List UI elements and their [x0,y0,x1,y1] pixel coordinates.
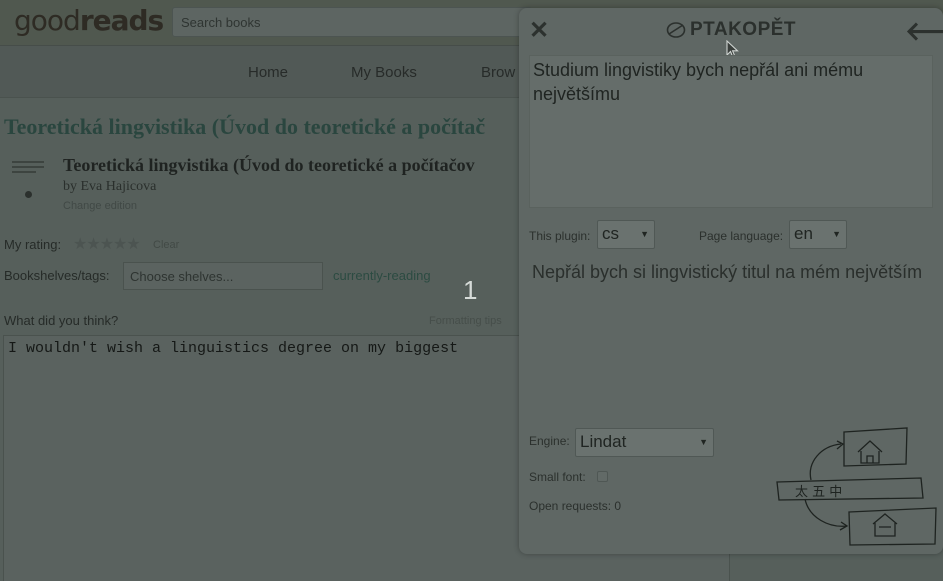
currently-reading-tag[interactable]: currently-reading [333,268,431,283]
plugin-language-value: cs [602,224,619,243]
shelves-select[interactable]: Choose shelves... [123,262,323,290]
formatting-tips-link[interactable]: Formatting tips [429,315,502,327]
illustration-glyphs: 太 五 中 [795,485,842,500]
page-title[interactable]: Teoretická lingvistika (Úvod do teoretic… [4,114,485,140]
my-rating-label: My rating: [4,237,62,252]
shelves-label: Bookshelves/tags: [4,268,110,283]
close-icon[interactable]: ✕ [529,16,549,45]
page-language-select[interactable]: en ▼ [789,220,847,249]
character-counter: 1 [463,275,478,305]
page-language-value: en [794,224,813,243]
search-input[interactable]: Search books [172,7,532,37]
goodreads-logo[interactable]: goodreads [14,4,164,37]
book-title[interactable]: Teoretická lingvistika (Úvod do teoretic… [63,155,475,176]
chevron-down-icon: ▼ [640,229,649,239]
ptakopet-logo: PTAKOPĚT [666,18,796,42]
rating-stars[interactable]: ★★★★★ [73,234,141,254]
open-requests-text: Open requests: 0 [529,499,622,513]
plugin-language-select[interactable]: cs ▼ [597,220,655,249]
nav-my-books[interactable]: My Books [351,64,417,81]
source-text: Studium lingvistiky bych nepřál ani mému… [533,60,864,104]
chevron-down-icon: ▼ [832,229,841,239]
book-cover[interactable] [8,158,48,216]
page-language-label: Page language: [699,229,784,243]
ptakopet-panel: ✕ PTAKOPĚT 🡐 Studium lingvistiky bych ne… [519,8,943,554]
clear-rating-link[interactable]: Clear [153,239,179,251]
house-translation-illustration: 太 五 中 [776,427,937,546]
search-placeholder: Search books [181,15,261,30]
shelves-placeholder: Choose shelves... [130,269,234,284]
engine-label: Engine: [529,434,570,448]
nav-browse[interactable]: Brow [481,64,515,81]
engine-select[interactable]: Lindat ▼ [575,428,714,457]
chevron-down-icon: ▼ [699,437,708,447]
logo-light-text: good [14,4,81,37]
book-author[interactable]: by Eva Hajicova [63,179,156,195]
review-text: I wouldn't wish a linguistics degree on … [8,340,459,357]
change-edition-link[interactable]: Change edition [63,200,137,212]
back-translation-text: Nepřál bych si lingvistický titul na mém… [532,262,923,282]
small-font-checkbox[interactable] [597,471,608,482]
small-font-label: Small font: [529,470,586,484]
nav-home[interactable]: Home [248,64,288,81]
engine-value: Lindat [580,432,627,451]
brand-name: PTAKOPĚT [690,19,797,40]
review-label: What did you think? [4,313,119,328]
logo-bold-text: reads [79,4,164,37]
source-textarea[interactable]: Studium lingvistiky bych nepřál ani mému… [529,55,933,208]
back-arrow-icon[interactable]: 🡐 [905,16,943,47]
plugin-language-label: This plugin: [529,229,591,243]
platypus-logo-icon [666,22,686,38]
